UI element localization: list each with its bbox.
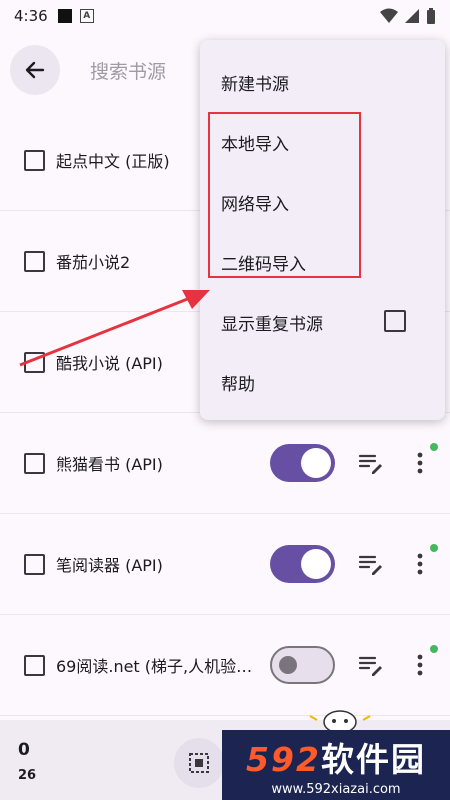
select-all-icon bbox=[189, 753, 209, 773]
source-enable-switch[interactable] bbox=[270, 646, 335, 684]
source-checkbox[interactable] bbox=[24, 452, 45, 474]
source-checkbox[interactable] bbox=[24, 351, 45, 373]
more-vert-icon[interactable] bbox=[408, 551, 432, 577]
watermark-brand-text: 软件园 bbox=[320, 740, 426, 779]
source-label: 酷我小说 (API) bbox=[56, 354, 163, 373]
online-dot bbox=[430, 544, 438, 552]
app-notification-icon: A bbox=[79, 9, 94, 23]
source-label: 69阅读.net (梯子,人机验… bbox=[56, 657, 253, 676]
source-row[interactable]: 笔阅读器 (API) bbox=[0, 514, 450, 615]
wifi-icon bbox=[380, 8, 398, 23]
status-time: 4:36 bbox=[14, 7, 48, 25]
source-label: 起点中文 (正版) bbox=[56, 152, 170, 171]
menu-item-help[interactable]: 帮助 bbox=[221, 370, 255, 395]
battery-icon bbox=[427, 7, 435, 24]
switch-knob bbox=[279, 656, 297, 674]
edit-icon[interactable] bbox=[358, 551, 384, 577]
show-duplicates-checkbox[interactable] bbox=[384, 310, 406, 332]
online-dot bbox=[430, 645, 438, 653]
more-vert-icon[interactable] bbox=[408, 450, 432, 476]
source-row[interactable]: 69阅读.net (梯子,人机验… bbox=[0, 615, 450, 716]
more-vert-icon[interactable] bbox=[408, 652, 432, 678]
menu-item-show-duplicates[interactable]: 显示重复书源 bbox=[221, 310, 323, 335]
source-enable-switch[interactable] bbox=[270, 545, 335, 583]
status-bar: 4:36 A bbox=[0, 0, 450, 32]
source-label: 番茄小说2 bbox=[56, 253, 131, 272]
source-label: 熊猫看书 (API) bbox=[56, 455, 163, 474]
arrow-left-icon bbox=[25, 61, 45, 79]
online-dot bbox=[430, 443, 438, 451]
menu-item-new-source[interactable]: 新建书源 bbox=[221, 70, 289, 95]
watermark-brand: 592软件园 bbox=[246, 733, 426, 781]
total-count: 26 bbox=[18, 768, 37, 783]
watermark-brand-number: 592 bbox=[246, 740, 321, 779]
signal-icon bbox=[405, 9, 419, 23]
switch-knob bbox=[301, 549, 331, 579]
source-enable-switch[interactable] bbox=[270, 444, 335, 482]
source-checkbox[interactable] bbox=[24, 149, 45, 171]
edit-icon[interactable] bbox=[358, 652, 384, 678]
selected-count: 0 bbox=[18, 740, 30, 760]
source-label: 笔阅读器 (API) bbox=[56, 556, 163, 575]
edit-icon[interactable] bbox=[358, 450, 384, 476]
source-checkbox[interactable] bbox=[24, 553, 45, 575]
source-row[interactable]: 熊猫看书 (API) bbox=[0, 413, 450, 514]
back-button[interactable] bbox=[10, 45, 60, 95]
switch-knob bbox=[301, 448, 331, 478]
watermark-url: www.592xiazai.com bbox=[271, 782, 401, 797]
select-all-button[interactable] bbox=[174, 738, 224, 788]
source-checkbox[interactable] bbox=[24, 250, 45, 272]
source-checkbox[interactable] bbox=[24, 654, 45, 676]
highlight-box bbox=[208, 112, 361, 278]
watermark-logo: 592软件园 www.592xiazai.com bbox=[222, 730, 450, 800]
notification-icon bbox=[57, 9, 72, 23]
search-title[interactable]: 搜索书源 bbox=[90, 57, 166, 84]
